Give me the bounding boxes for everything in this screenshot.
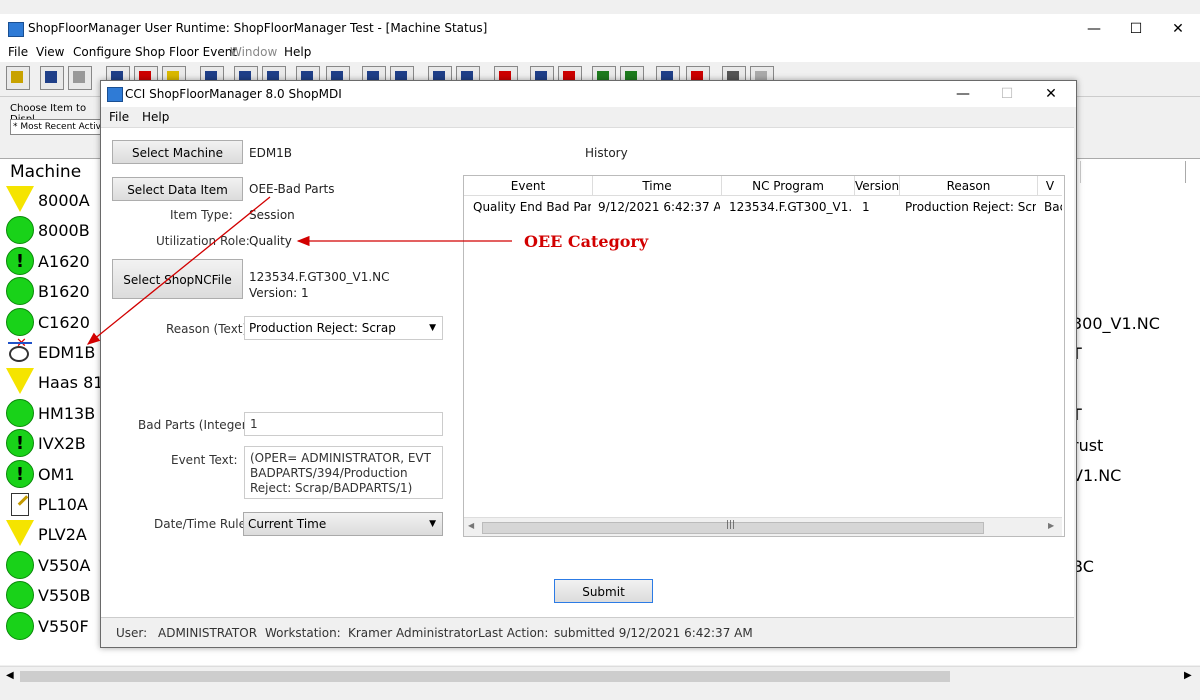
- annotation-arrows: [86, 196, 512, 345]
- annotation-arrow-machine: [86, 196, 271, 345]
- annotation-label: OEE Category: [524, 232, 649, 251]
